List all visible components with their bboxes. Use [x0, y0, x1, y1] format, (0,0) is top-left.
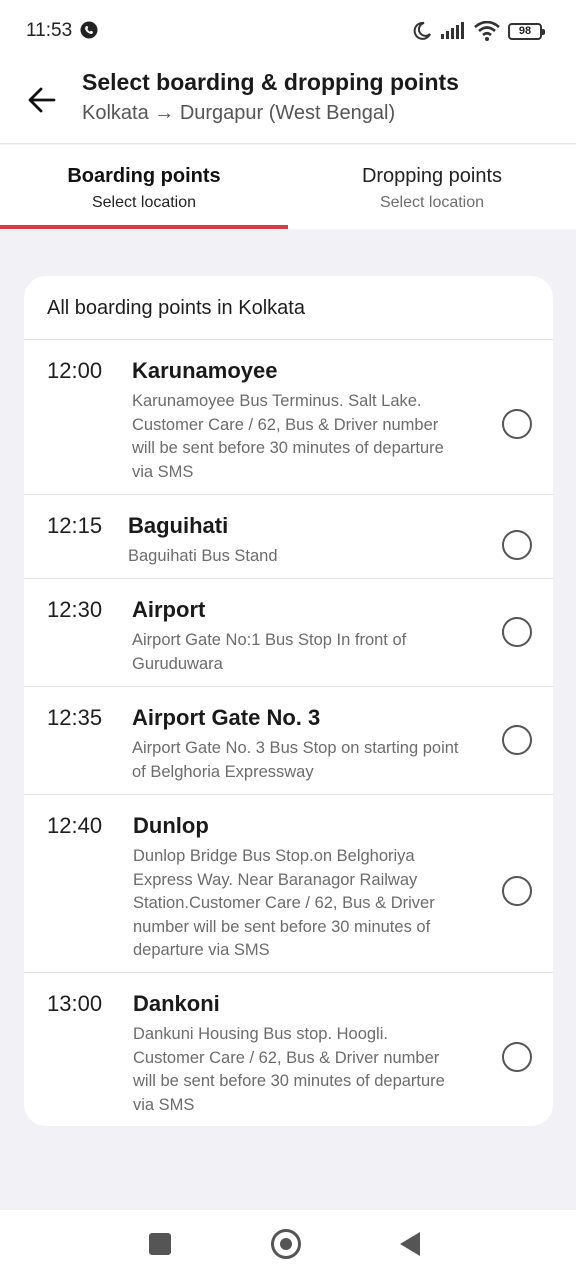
boarding-point-description: Airport Gate No. 3 Bus Stop on starting …	[132, 739, 459, 781]
home-circle-icon[interactable]	[271, 1229, 301, 1259]
boarding-point-row[interactable]: 12:30 Airport Airport Gate No:1 Bus Stop…	[24, 579, 553, 687]
boarding-point-radio[interactable]	[502, 530, 532, 560]
boarding-time: 12:30	[47, 597, 103, 622]
boarding-point-radio[interactable]	[502, 876, 532, 906]
boarding-point-row[interactable]: 12:00 Karunamoyee Karunamoyee Bus Termin…	[24, 340, 553, 495]
boarding-point-row[interactable]: 12:15 Baguihati Baguihati Bus Stand	[24, 495, 553, 579]
boarding-point-description: Airport Gate No:1 Bus Stop In front of G…	[132, 631, 407, 673]
boarding-point-row[interactable]: 13:00 Dankoni Dankuni Housing Bus stop. …	[24, 973, 553, 1126]
tab-sublabel: Select location	[91, 194, 197, 211]
wifi-icon	[474, 21, 500, 41]
boarding-point-description: Dankuni Housing Bus stop. Hoogli. Custom…	[133, 1025, 445, 1114]
boarding-points-card: All boarding points in Kolkata 12:00 Kar…	[24, 276, 553, 1126]
tab-dropping-points[interactable]: Dropping points Select location	[288, 145, 576, 229]
boarding-point-row[interactable]: 12:40 Dunlop Dunlop Bridge Bus Stop.on B…	[24, 795, 553, 973]
boarding-point-name: Karunamoyee	[132, 358, 278, 383]
status-time: 11:53	[26, 20, 73, 41]
system-nav-bar	[0, 1210, 576, 1280]
status-bar: 11:53 98	[0, 0, 576, 62]
boarding-point-radio[interactable]	[502, 617, 532, 647]
boarding-time: 12:00	[47, 358, 103, 383]
boarding-point-name: Airport Gate No. 3	[132, 705, 321, 730]
boarding-point-name: Airport	[132, 597, 206, 622]
boarding-time: 12:35	[47, 705, 103, 730]
boarding-point-radio[interactable]	[502, 1042, 532, 1072]
app-header: Select boarding & dropping points Kolkat…	[0, 62, 576, 144]
moon-icon	[413, 21, 431, 40]
boarding-point-name: Dankoni	[133, 991, 220, 1016]
boarding-point-row[interactable]: 12:35 Airport Gate No. 3 Airport Gate No…	[24, 687, 553, 795]
tab-label: Boarding points	[67, 165, 221, 187]
back-triangle-icon[interactable]	[400, 1232, 420, 1256]
recents-square-icon[interactable]	[149, 1233, 171, 1255]
page-title: Select boarding & dropping points	[82, 69, 459, 95]
back-arrow-icon	[28, 87, 56, 113]
back-button[interactable]	[22, 80, 62, 120]
boarding-time: 13:00	[47, 991, 103, 1016]
tab-sublabel: Select location	[379, 194, 485, 211]
tab-label: Dropping points	[361, 165, 503, 187]
tab-boarding-points[interactable]: Boarding points Select location	[0, 145, 288, 229]
boarding-point-radio[interactable]	[502, 409, 532, 439]
route-subtitle: Kolkata → Durgapur (West Bengal)	[82, 102, 396, 124]
active-tab-indicator	[0, 225, 288, 229]
status-icons: 98	[412, 19, 545, 43]
boarding-point-description: Karunamoyee Bus Terminus. Salt Lake. Cus…	[132, 392, 444, 481]
card-title: All boarding points in Kolkata	[24, 276, 553, 340]
boarding-point-radio[interactable]	[502, 725, 532, 755]
signal-icon	[441, 22, 464, 39]
boarding-time: 12:15	[47, 513, 103, 538]
call-icon	[80, 21, 98, 39]
boarding-point-name: Dunlop	[133, 813, 209, 838]
battery-icon: 98	[508, 22, 545, 40]
boarding-point-description: Baguihati Bus Stand	[128, 547, 278, 565]
tab-bar: Boarding points Select location Dropping…	[0, 145, 576, 229]
boarding-point-name: Baguihati	[128, 513, 229, 538]
boarding-point-description: Dunlop Bridge Bus Stop.on Belghoriya Exp…	[133, 847, 435, 959]
boarding-time: 12:40	[47, 813, 103, 838]
home-dot	[280, 1238, 292, 1250]
